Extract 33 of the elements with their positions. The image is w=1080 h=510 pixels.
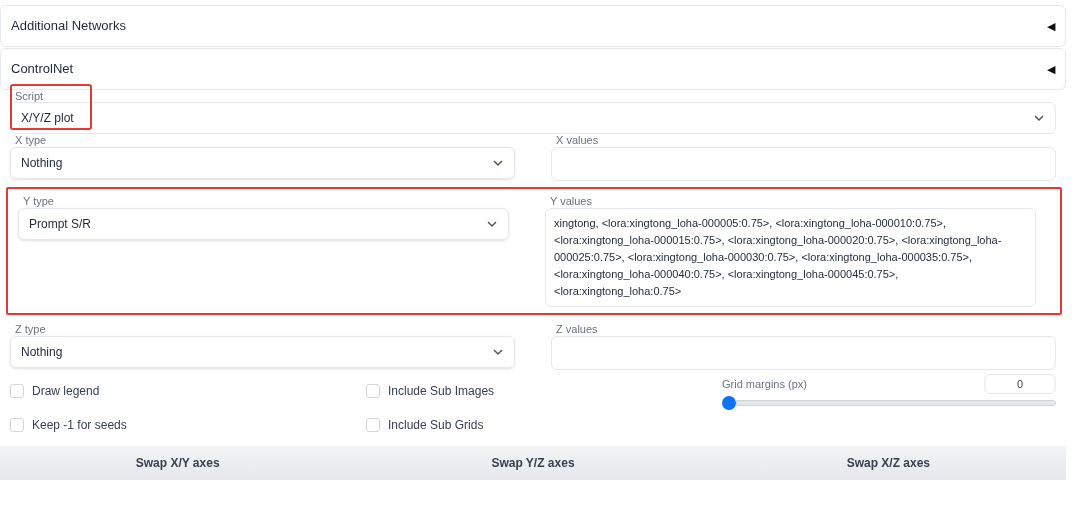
field-label: X values [555,133,600,146]
field-label: Script [14,91,45,101]
slider-label: Grid margins (px) [722,376,807,392]
swap-button[interactable]: Swap X/Y axes [0,446,356,480]
accordion-header[interactable]: Additional Networks ◀ [0,5,1066,47]
field-label: Y type [22,194,55,207]
checkbox[interactable] [366,384,380,398]
type-dropdown[interactable]: Nothing [10,147,515,179]
slider-thumb[interactable] [722,396,736,410]
chevron-down-icon [492,346,504,358]
checkbox[interactable] [366,418,380,432]
accordion-header[interactable]: ControlNet ◀ [0,48,1066,90]
chevron-down-icon [492,157,504,169]
field-label: Z type [14,322,47,335]
field-label: Y values [549,194,593,207]
type-dropdown[interactable]: Nothing [10,336,515,368]
swap-button[interactable]: Swap Y/Z axes [355,446,711,480]
values-field[interactable] [551,336,1056,370]
checkbox[interactable] [10,384,24,398]
field-label: X type [14,133,48,146]
field-label: Z values [555,322,599,335]
checkbox-label: Include Sub Grids [388,417,484,434]
values-field[interactable]: xingtong, <lora:xingtong_loha-000005:0.75>, <lora:xingtong_loha-000010:0.75>, <lora:xingtong_loha-000015:0.75>, <lora:xingtong_loha-000020:0.75>, <lora:xingtong_loha-000025:0.75>, <lora:xingtong_loha-000030:0.75>, <lora:xingtong_loha-000035:0.75>, <lora:xingtong_loha-000040:0.75>, <lora:xingtong_loha-000045:0.75>, <lora:xingtong_loha:0.75> [545,208,1036,307]
checkbox[interactable] [10,418,24,432]
checkbox-label: Keep -1 for seeds [32,417,127,434]
chevron-down-icon [1033,112,1045,124]
chevron-down-icon [486,218,498,230]
values-field[interactable] [551,147,1056,181]
swap-button[interactable]: Swap X/Z axes [710,446,1066,480]
number-field[interactable]: 0 [984,374,1056,394]
checkbox-label: Include Sub Images [388,383,495,400]
type-dropdown[interactable]: Prompt S/R [18,208,509,240]
checkbox-label: Draw legend [32,383,100,400]
